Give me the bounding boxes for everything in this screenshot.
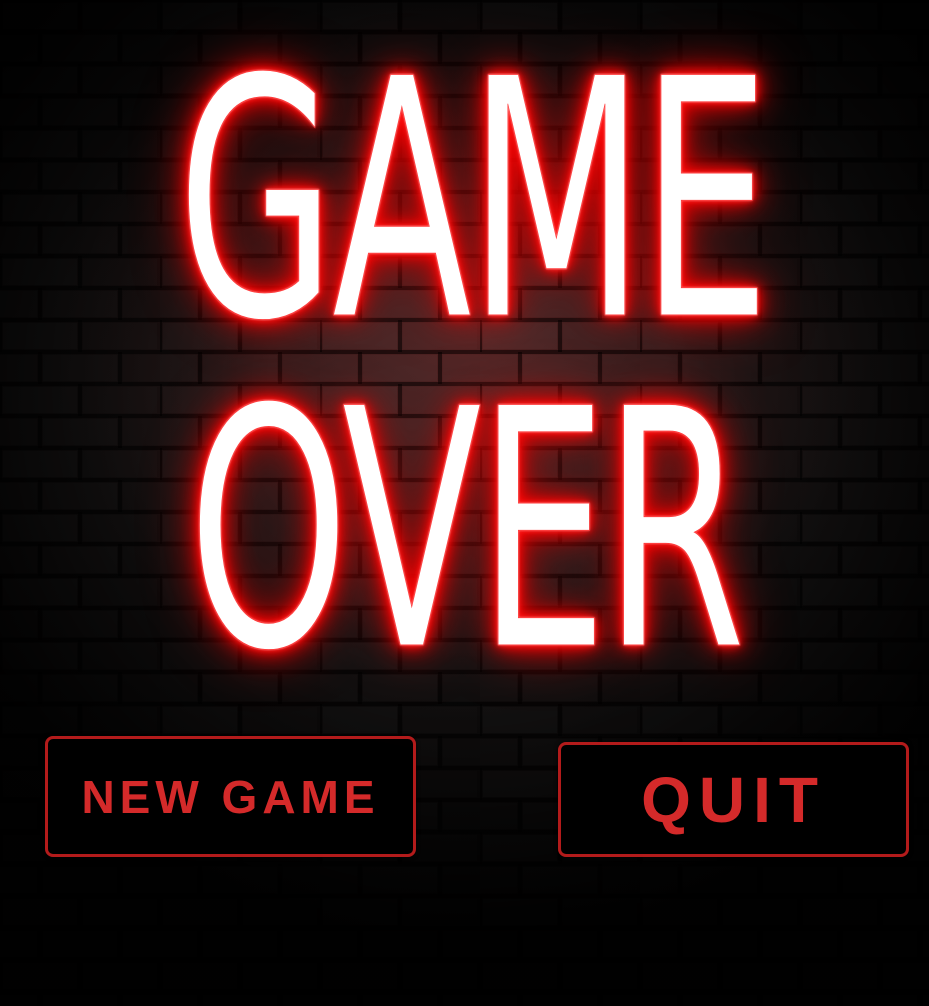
new-game-button[interactable]: NEW GAME bbox=[45, 736, 416, 857]
quit-button[interactable]: QUIT bbox=[558, 742, 909, 857]
new-game-label: NEW GAME bbox=[81, 770, 380, 823]
game-over-title-line-2: OVER bbox=[188, 339, 746, 723]
game-over-title-line-1: GAME bbox=[177, 9, 771, 393]
game-over-screen: GAME OVER NEW GAME QUIT bbox=[0, 0, 929, 1006]
quit-label: QUIT bbox=[641, 763, 826, 836]
